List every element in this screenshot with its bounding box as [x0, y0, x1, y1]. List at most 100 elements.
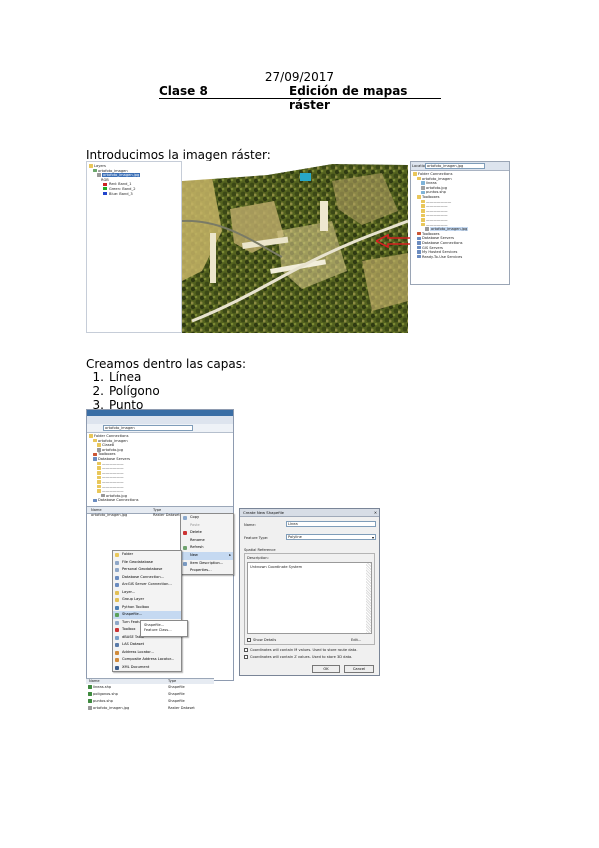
column-header-name[interactable]: Name	[91, 508, 102, 512]
catalog-item-highlighted[interactable]: ortofoto_imagen.jpg	[430, 227, 469, 232]
catalog-item[interactable]: ortofoto.jpg	[106, 494, 127, 498]
folder-icon	[417, 195, 421, 199]
delete-icon	[183, 531, 187, 536]
menu-item[interactable]: Personal Geodatabase	[113, 566, 181, 574]
catalog-item[interactable]: ortofoto_imagen	[422, 177, 452, 181]
table-row[interactable]: lineas.shp Shapefile	[86, 684, 214, 691]
menu-item[interactable]: Composite Address Locator...	[113, 656, 181, 664]
folder-icon	[115, 553, 119, 557]
document-title-row: Clase 8 Edición de mapas ráster	[159, 84, 441, 112]
menu-item-shapefile[interactable]: Shapefile...	[113, 611, 181, 619]
show-details-checkbox[interactable]	[247, 638, 251, 642]
menu-item-paste[interactable]: Paste	[181, 522, 233, 530]
menu-item[interactable]: Address Locator...	[113, 649, 181, 657]
band-label: Red: Band_1	[109, 182, 132, 187]
menu-item[interactable]: Database Connection...	[113, 574, 181, 582]
dialog-title: Create New Shapefile	[243, 510, 284, 515]
toc-item-selected[interactable]: ortofoto_imagen.jpg	[102, 173, 141, 178]
list-item-name[interactable]: ortofoto_imagen.jpg	[91, 513, 127, 517]
menu-item[interactable]: Layer...	[113, 589, 181, 597]
menu-item[interactable]: Group Layer	[113, 596, 181, 604]
xml-icon	[115, 665, 119, 670]
catalog-item[interactable]: Database Connections	[98, 498, 139, 502]
ok-button[interactable]: OK	[312, 665, 340, 673]
catalog-item[interactable]: puntos.shp	[426, 190, 446, 194]
catalog-item[interactable]: ortofoto.jpg	[426, 186, 447, 190]
catalog-item[interactable]: Toolboxes	[422, 195, 439, 199]
aerial-photo	[181, 161, 409, 333]
python-icon	[115, 605, 119, 610]
blue-swatch	[103, 192, 107, 196]
menu-item-delete[interactable]: Delete	[181, 529, 233, 537]
name-input[interactable]: Línea	[286, 521, 376, 527]
menu-item-refresh[interactable]: Refresh	[181, 544, 233, 552]
catalog-item[interactable]: Toolboxes	[422, 232, 439, 236]
description-label: Description:	[247, 556, 269, 560]
catalog-item[interactable]: ortofoto_imagen	[98, 439, 128, 443]
menu-item-description[interactable]: Item Description...	[181, 560, 233, 568]
menu-item[interactable]: ArcGIS Server Connection...	[113, 581, 181, 589]
menu-item[interactable]: LAS Dataset	[113, 641, 181, 649]
raster-icon	[88, 706, 92, 710]
menu-item[interactable]: File Geodatabase	[113, 559, 181, 567]
shapefile-icon	[115, 613, 119, 617]
create-shapefile-dialog: Create New Shapefile ✕ Name: Línea Featur…	[239, 508, 380, 676]
catalog-item[interactable]: Database Servers	[98, 457, 130, 461]
edit-button[interactable]: Edit...	[351, 638, 361, 642]
polygon-shapefile-icon	[88, 692, 92, 696]
close-icon[interactable]: ✕	[374, 509, 377, 516]
green-swatch	[103, 187, 107, 191]
toolbox-icon	[417, 231, 421, 236]
folder-icon	[421, 199, 425, 204]
scrollbar[interactable]	[366, 563, 371, 633]
table-row[interactable]: ortofoto_imagen.jpg Raster Dataset	[86, 705, 214, 712]
catalog-item[interactable]: lineas	[426, 181, 437, 185]
toc-item[interactable]: Layers	[94, 164, 106, 168]
catalog-item[interactable]: Database Servers	[422, 236, 454, 240]
feature-type-select[interactable]: Polyline ▾	[286, 534, 376, 540]
menu-item-rename[interactable]: Rename	[181, 537, 233, 545]
popup-item[interactable]: Feature Class...	[141, 627, 187, 632]
band-label: Blue: Band_3	[109, 191, 133, 196]
catalog-item[interactable]: Clase8	[102, 443, 114, 447]
raster-icon	[97, 448, 101, 452]
list-item: 1. Línea	[86, 370, 160, 384]
catalog-item[interactable]: Database Connections	[422, 241, 463, 245]
list-item-type: Raster Dataset	[153, 513, 180, 517]
menu-item-properties[interactable]: Properties...	[181, 567, 233, 575]
location-input[interactable]: ortofoto_imagen	[103, 425, 193, 431]
feature-class-icon	[115, 620, 119, 625]
catalog-item[interactable]: Ready-To-Use Services	[422, 255, 462, 259]
z-values-checkbox[interactable]	[244, 655, 248, 659]
catalog-item[interactable]: Toolboxes	[98, 452, 115, 456]
folder-icon	[97, 443, 101, 447]
catalog-item[interactable]: GIS Servers	[422, 246, 443, 250]
show-details-label: Show Details	[253, 638, 277, 642]
catalog-item[interactable]: Folder Connections	[94, 434, 128, 438]
menu-item-copy[interactable]: Copy	[181, 514, 233, 522]
menu-item[interactable]: Python Toolbox	[113, 604, 181, 612]
toc-item[interactable]: ortofoto_imagen	[98, 169, 128, 173]
menu-item-new[interactable]: New ▸	[181, 551, 233, 560]
list-number: 1.	[92, 370, 104, 384]
location-bar: ortofoto_imagen	[87, 424, 233, 433]
menu-item[interactable]: Folder	[113, 551, 181, 559]
catalog-item[interactable]: My Hosted Services	[422, 250, 457, 254]
menu-item[interactable]: XML Document	[113, 664, 181, 672]
table-row[interactable]: puntos.shp Shapefile	[86, 698, 214, 705]
table-icon	[115, 635, 119, 640]
folder-icon	[417, 176, 421, 181]
catalog-item[interactable]: Folder Connections	[418, 172, 452, 176]
column-header-type[interactable]: Type	[153, 508, 161, 512]
description-box[interactable]: Unknown Coordinate System	[247, 562, 372, 634]
table-row[interactable]: poligonos.shp Shapefile	[86, 691, 214, 698]
cancel-button[interactable]: Cancel	[344, 665, 374, 673]
folder-icon	[97, 466, 101, 470]
m-values-checkbox[interactable]	[244, 648, 248, 652]
server-icon	[93, 457, 97, 461]
location-input[interactable]: ortofoto_imagen.jpg	[425, 163, 485, 169]
folder-icon	[97, 475, 101, 480]
file-icon	[421, 190, 425, 195]
folder-icon	[421, 209, 425, 213]
catalog-item[interactable]: ortofoto.jpg	[102, 448, 123, 452]
